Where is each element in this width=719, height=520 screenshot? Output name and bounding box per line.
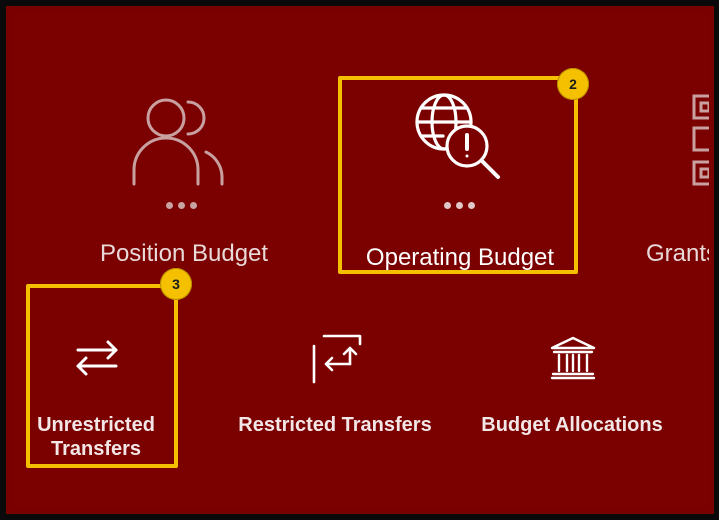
tile-grants[interactable]: Grants — [638, 86, 709, 276]
restricted-transfer-icon — [312, 334, 362, 384]
tile-budget-allocations[interactable]: Budget Allocations — [472, 292, 672, 462]
people-icon — [128, 92, 228, 187]
step-badge-2: 2 — [557, 68, 589, 100]
tile-label: Grants — [646, 240, 709, 267]
tile-label: Position Budget — [99, 240, 269, 267]
tile-grid: Position Budget Operating Budget Grant U… — [12, 12, 709, 508]
tile-position-budget[interactable]: Position Budget — [84, 86, 284, 276]
tile-restricted-transfers[interactable]: Restricted Transfers — [230, 292, 440, 462]
step-badge-3: 3 — [160, 268, 192, 300]
tile-label: Restricted Transfers — [238, 414, 432, 436]
highlight-unrestricted-transfers — [26, 284, 178, 468]
checklist-icon — [692, 92, 709, 192]
tile-label: Budget Allocations — [481, 414, 663, 436]
app-frame: Position Budget Operating Budget Grant U… — [0, 0, 719, 520]
more-options-dots[interactable] — [166, 202, 197, 209]
bank-building-icon — [550, 336, 596, 380]
highlight-operating-budget — [338, 76, 578, 274]
